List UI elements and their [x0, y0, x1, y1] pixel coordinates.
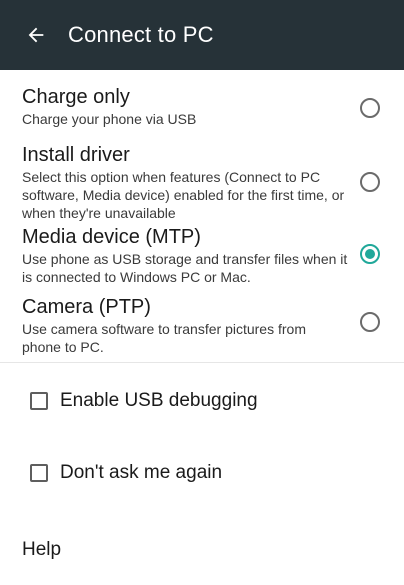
dont-ask-row[interactable]: Don't ask me again	[0, 455, 404, 491]
checkbox-usb-debugging[interactable]	[30, 392, 48, 410]
option-title: Charge only	[22, 86, 130, 108]
radio-install-driver[interactable]	[360, 172, 380, 192]
radio-media-device[interactable]	[360, 244, 380, 264]
option-description: Use phone as USB storage and transfer fi…	[22, 251, 348, 285]
option-description: Use camera software to transfer pictures…	[22, 321, 306, 355]
checkbox-dont-ask[interactable]	[30, 464, 48, 482]
option-title: Media device (MTP)	[22, 226, 201, 248]
usb-debugging-label: Enable USB debugging	[60, 390, 258, 411]
radio-charge-only[interactable]	[360, 98, 380, 118]
usb-debugging-row[interactable]: Enable USB debugging	[0, 383, 404, 419]
option-charge-only[interactable]: Charge only Charge your phone via USB	[0, 84, 404, 132]
arrow-left-icon	[28, 27, 44, 43]
back-button[interactable]	[16, 15, 56, 55]
connect-to-pc-screen: Connect to PC Charge only Charge your ph…	[0, 0, 404, 585]
option-media-device[interactable]: Media device (MTP) Use phone as USB stor…	[0, 224, 404, 290]
page-title: Connect to PC	[68, 22, 214, 47]
option-install-driver[interactable]: Install driver Select this option when f…	[0, 142, 404, 224]
toolbar: Connect to PC	[0, 0, 404, 70]
help-link[interactable]: Help	[0, 539, 404, 561]
option-description: Select this option when features (Connec…	[22, 169, 345, 221]
option-title: Install driver	[22, 144, 130, 166]
dont-ask-label: Don't ask me again	[60, 462, 223, 483]
option-camera-ptp[interactable]: Camera (PTP) Use camera software to tran…	[0, 294, 404, 358]
divider	[0, 362, 404, 363]
option-title: Camera (PTP)	[22, 296, 151, 318]
usb-options-list: Charge only Charge your phone via USB In…	[0, 84, 404, 561]
radio-camera-ptp[interactable]	[360, 312, 380, 332]
option-description: Charge your phone via USB	[22, 111, 197, 127]
